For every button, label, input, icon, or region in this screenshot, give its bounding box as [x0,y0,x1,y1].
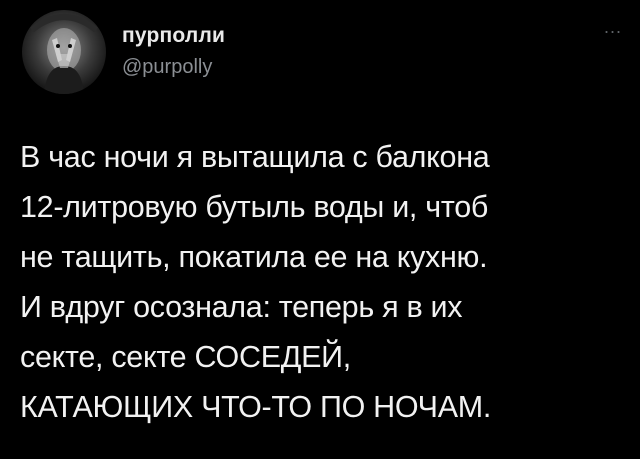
tweet-text: В час ночи я вытащила с балкона 12-литро… [20,140,492,424]
display-name[interactable]: пурполли [122,24,225,48]
user-avatar[interactable] [22,10,106,94]
user-handle[interactable]: @purpolly [122,56,212,79]
avatar-photo-icon [30,14,98,94]
tweet-card: пурполли @purpolly ... В час ночи я выта… [0,0,640,459]
more-options-icon[interactable]: ... [604,18,622,36]
